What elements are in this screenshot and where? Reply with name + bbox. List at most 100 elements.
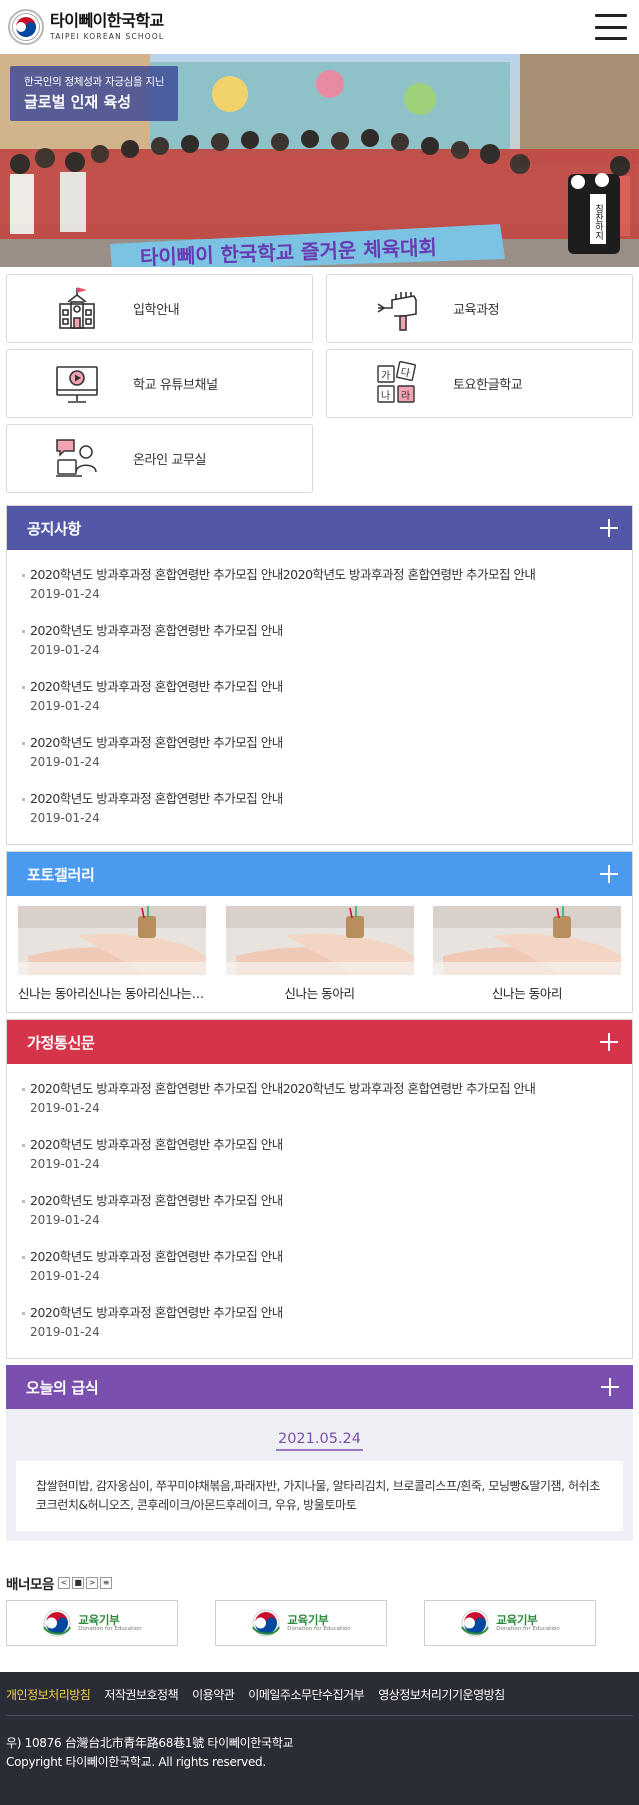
school-emblem-icon [8, 9, 44, 45]
korea-taegeuk-icon [461, 1609, 490, 1637]
footer-link-terms[interactable]: 이용약관 [192, 1686, 235, 1703]
footer-copyright: Copyright 타이뻬이한국학교. All rights reserved. [6, 1754, 266, 1769]
footer-link-copyright[interactable]: 저작권보호정책 [104, 1686, 178, 1703]
notice-item-date: 2019-01-24 [30, 811, 100, 825]
footer-address: 우) 10876 台灣台北市青年路68巷1號 타이뻬이한국학교 [6, 1736, 294, 1751]
site-header: 타이뻬이한국학교 TAIPEI KOREAN SCHOOL [0, 0, 639, 54]
notice-item-date: 2019-01-24 [30, 755, 100, 769]
gallery-thumbnail [18, 906, 206, 975]
gallery-item[interactable]: 신나는 동아리 [433, 906, 621, 1002]
notice-item-title: 2020학년도 방과후과정 혼합연령반 추가모집 안내 [30, 679, 283, 694]
hamburger-menu-icon[interactable] [595, 14, 627, 40]
notice-item[interactable]: 2020학년도 방과후과정 혼합연령반 추가모집 안내 2019-01-24 [7, 670, 632, 726]
newsletter-item-date: 2019-01-24 [30, 1101, 100, 1115]
quick-label-youtube: 학교 유튜브채널 [133, 378, 218, 393]
lunch-body: 2021.05.24 찹쌀현미밥, 감자옹심이, 쭈꾸미야채볶음,파래자반, 가… [6, 1409, 633, 1542]
quick-item-curriculum[interactable]: 교육과정 [326, 274, 633, 343]
banner-header: 배너모음 < ■ > ≡ [6, 1573, 633, 1593]
school-building-icon [51, 285, 103, 333]
newsletter-item[interactable]: 2020학년도 방과후과정 혼합연령반 추가모집 안내 2019-01-24 [7, 1240, 632, 1296]
notice-header: 공지사항 [7, 506, 632, 550]
banner-sub: Donation for Education [287, 1625, 351, 1632]
notice-board: 공지사항 2020학년도 방과후과정 혼합연령반 추가모집 안내2020학년도 … [6, 505, 633, 845]
newsletter-item-date: 2019-01-24 [30, 1325, 100, 1339]
lunch-date: 2021.05.24 [275, 1431, 364, 1451]
gallery-more-plus-icon[interactable] [600, 865, 618, 883]
quick-item-admission[interactable]: 입학안내 [6, 274, 313, 343]
lunch-menu: 찹쌀현미밥, 감자옹심이, 쭈꾸미야채볶음,파래자반, 가지나물, 알타리김치,… [16, 1461, 623, 1532]
banner-sub: Donation for Education [496, 1625, 560, 1632]
hangul-block-1: 가 [381, 370, 390, 382]
newsletter-item[interactable]: 2020학년도 방과후과정 혼합연령반 추가모집 안내2020학년도 방과후과정… [7, 1072, 632, 1128]
korea-taegeuk-icon [252, 1609, 281, 1637]
quick-label-online-office: 온라인 교무실 [133, 453, 207, 468]
notice-item-date: 2019-01-24 [30, 699, 100, 713]
hand-pen-icon [371, 285, 423, 333]
hangul-blocks-icon: 가 다 나 라 [371, 360, 423, 408]
newsletter-item-date: 2019-01-24 [30, 1269, 100, 1283]
banner-item-donation[interactable]: 교육기부 Donation for Education [6, 1600, 178, 1647]
newsletter-list: 2020학년도 방과후과정 혼합연령반 추가모집 안내 2020학년도 방과후과정… [7, 1064, 632, 1358]
footer-link-cctv-policy[interactable]: 영상정보처리기기운영방침 [378, 1686, 505, 1703]
notice-item[interactable]: 2020학년도 방과후과정 혼합연령반 추가모집 안내2020학년도 방과후과정… [7, 558, 632, 614]
footer-link-email-refusal[interactable]: 이메일주소무단수집거부 [248, 1686, 364, 1703]
notice-item[interactable]: 2020학년도 방과후과정 혼합연령반 추가모집 안내 2019-01-24 [7, 726, 632, 782]
quick-label-admission: 입학안내 [133, 303, 180, 318]
newsletter-item[interactable]: 2020학년도 방과후과정 혼합연령반 추가모집 안내 2019-01-24 [7, 1184, 632, 1240]
hero-caption-big: 글로벌 인재 육성 [24, 93, 132, 111]
newsletter-item-title: 2020학년도 방과후과정 혼합연령반 추가모집 안내 [30, 1137, 283, 1152]
newsletter-item[interactable]: 2020학년도 방과후과정 혼합연령반 추가모집 안내 2019-01-24 [7, 1296, 632, 1352]
hero-caption: 한국인의 정체성과 자긍심을 지닌 글로벌 인재 육성 [10, 66, 179, 121]
newsletter-item-date: 2019-01-24 [30, 1213, 100, 1227]
quick-label-curriculum: 교육과정 [453, 303, 500, 318]
gallery-item[interactable]: 신나는 동아리 [225, 906, 414, 1002]
notice-item[interactable]: 2020학년도 방과후과정 혼합연령반 추가모집 안내 2019-01-24 [7, 614, 632, 670]
quick-menu: 입학안내 교육과정 학교 유튜브채널 가 다 나 라 토요한글학교 온라인 교무… [0, 267, 639, 493]
lunch-more-plus-icon[interactable] [601, 1378, 619, 1396]
monitor-play-icon [51, 360, 103, 408]
quick-item-online-office[interactable]: 온라인 교무실 [6, 424, 313, 493]
site-title: 타이뻬이한국학교 [50, 11, 164, 31]
banner-label: 교육기부 [78, 1613, 120, 1628]
newsletter-item-title: 2020학년도 방과후과정 혼합연령반 추가모집 안내2020학년도 방과후과정… [30, 1081, 536, 1096]
quick-item-saturday-school[interactable]: 가 다 나 라 토요한글학교 [326, 349, 633, 418]
newsletter-more-plus-icon[interactable] [600, 1033, 618, 1051]
photo-gallery: 포토갤러리 신나는 동아리신나는 동아리신나는 동아리 [6, 851, 633, 1013]
quick-item-youtube[interactable]: 학교 유튜브채널 [6, 349, 313, 418]
banner-label: 교육기부 [287, 1613, 329, 1628]
newsletter-item-title: 2020학년도 방과후과정 혼합연령반 추가모집 안내 [30, 1193, 283, 1208]
quick-label-saturday-school: 토요한글학교 [453, 378, 523, 393]
newsletter-item-title: 2020학년도 방과후과정 혼합연령반 추가모집 안내 [30, 1305, 283, 1320]
banner-next-button[interactable]: > [86, 1577, 99, 1590]
lunch-board: 오늘의 급식 2021.05.24 찹쌀현미밥, 감자옹심이, 쭈꾸미야채볶음,… [6, 1365, 633, 1542]
notice-more-plus-icon[interactable] [600, 519, 618, 537]
banner-prev-button[interactable]: < [58, 1577, 71, 1590]
banner-title: 배너모음 [6, 1577, 55, 1594]
newsletter-item[interactable]: 2020학년도 방과후과정 혼합연령반 추가모집 안내 2019-01-24 [7, 1128, 632, 1184]
gallery-item[interactable]: 신나는 동아리신나는 동아리신나는 동아리 [18, 906, 206, 1002]
gallery-caption: 신나는 동아리 [491, 986, 563, 1001]
gallery-thumbnail [433, 906, 621, 975]
notice-item[interactable]: 2020학년도 방과후과정 혼합연령반 추가모집 안내 2019-01-24 [7, 782, 632, 838]
notice-title: 공지사항 [27, 519, 82, 538]
notice-item-title: 2020학년도 방과후과정 혼합연령반 추가모집 안내 [30, 791, 283, 806]
banner-stop-button[interactable]: ■ [72, 1577, 85, 1590]
site-logo[interactable]: 타이뻬이한국학교 TAIPEI KOREAN SCHOOL [8, 9, 164, 45]
newsletter-title: 가정통신문 [27, 1033, 95, 1052]
mascot-text: 칭찬하지 [593, 204, 603, 241]
newsletter-item-date: 2019-01-24 [30, 1157, 100, 1171]
notice-item-title: 2020학년도 방과후과정 혼합연령반 추가모집 안내 [30, 735, 283, 750]
notice-item-date: 2019-01-24 [30, 587, 100, 601]
banner-list-button[interactable]: ≡ [100, 1577, 113, 1590]
hangul-block-4: 라 [401, 390, 410, 402]
banner-item-donation[interactable]: 교육기부 Donation for Education [424, 1600, 596, 1647]
notice-item-title: 2020학년도 방과후과정 혼합연령반 추가모집 안내 [30, 623, 283, 638]
site-subtitle: TAIPEI KOREAN SCHOOL [50, 31, 165, 41]
notice-item-date: 2019-01-24 [30, 643, 100, 657]
banner-list: 교육기부 Donation for Education 교육기부 Donation … [0, 1593, 639, 1647]
banner-item-donation[interactable]: 교육기부 Donation for Education [215, 1600, 387, 1647]
footer-link-privacy[interactable]: 개인정보처리방침 [6, 1686, 91, 1703]
gallery-header: 포토갤러리 [7, 852, 632, 896]
banner-sub: Donation for Education [78, 1625, 142, 1632]
online-teacher-icon [51, 435, 103, 483]
